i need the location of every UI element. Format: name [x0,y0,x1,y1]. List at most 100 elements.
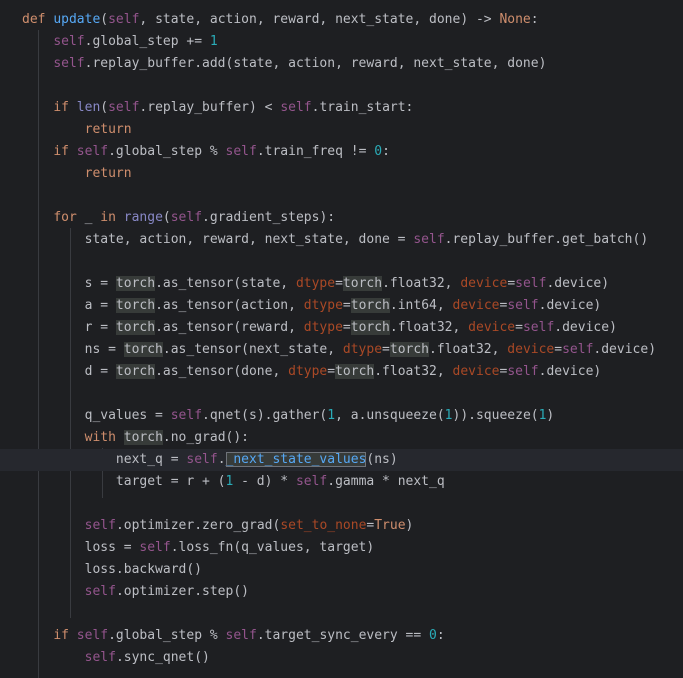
code-line[interactable] [0,383,683,405]
code-line[interactable]: loss.backward() [0,559,683,581]
code-token: .gradient_steps): [202,210,336,225]
code-line[interactable]: return [0,163,683,185]
code-line[interactable] [0,603,683,625]
code-token: self [225,144,257,159]
code-line[interactable]: self.replay_buffer.add(state, action, re… [0,53,683,75]
code-token: .device) [546,276,610,291]
code-token: torch [123,342,163,357]
code-token: if [53,144,77,159]
code-token: torch [342,276,383,291]
code-token: .train_freq != [256,144,375,159]
code-token: device [468,320,516,335]
code-token: .replay_buffer.add(state, action, reward… [84,56,547,71]
code-token: torch [123,430,163,445]
code-token: .device) [593,342,657,357]
code-line[interactable]: state, action, reward, next_state, done … [0,229,683,251]
code-line[interactable]: target = r + (1 - d) * self.gamma * next… [0,471,683,493]
code-token: dtype [303,320,343,335]
code-token: .device) [538,298,602,313]
code-token: .int64, [389,298,453,313]
code-token: device [460,276,508,291]
code-token: self [53,56,85,71]
code-token: torch [115,298,156,313]
code-token: .train_start: [311,100,414,115]
code-line[interactable]: with torch.no_grad(): [0,427,683,449]
code-line[interactable]: return [0,119,683,141]
code-line[interactable]: next_q = self._next_state_values(ns) [0,449,683,471]
code-token: r = [22,320,116,335]
code-line[interactable]: self.optimizer.step() [0,581,683,603]
code-token: device [452,298,500,313]
code-token: device [452,364,500,379]
code-line[interactable]: r = torch.as_tensor(reward, dtype=torch.… [0,317,683,339]
code-line[interactable]: for _ in range(self.gradient_steps): [0,207,683,229]
code-token: .as_tensor(state, [155,276,296,291]
code-line[interactable] [0,493,683,515]
code-token: target = r + ( [22,474,226,489]
code-line[interactable]: s = torch.as_tensor(state, dtype=torch.f… [0,273,683,295]
code-line[interactable] [0,251,683,273]
code-line[interactable]: ns = torch.as_tensor(next_state, dtype=t… [0,339,683,361]
code-token: .loss_fn(q_values, target) [170,540,375,555]
code-token: self [280,100,312,115]
code-token: .as_tensor(action, [155,298,304,313]
code-token: self [507,364,539,379]
code-line[interactable]: loss = self.loss_fn(q_values, target) [0,537,683,559]
code-token: (ns) [366,452,398,467]
code-token: dtype [342,342,383,357]
code-token: ( [100,100,109,115]
code-token: dtype [303,298,343,313]
code-line[interactable]: if len(self.replay_buffer) < self.train_… [0,97,683,119]
code-token: 1 [209,34,218,49]
code-token: .gamma * next_q [327,474,445,489]
code-line[interactable]: a = torch.as_tensor(action, dtype=torch.… [0,295,683,317]
code-token: = [382,342,390,357]
code-token: self [76,628,109,643]
code-line[interactable]: def update(self, state, action, reward, … [0,9,683,31]
code-token: self [108,100,140,115]
code-token: torch [115,276,156,291]
code-token: with [84,430,124,445]
code-token: d = [22,364,116,379]
code-token: self [108,12,140,27]
code-token: in [100,210,124,225]
code-token: return [84,122,132,137]
code-line[interactable]: self.optimizer.zero_grad(set_to_none=Tru… [0,515,683,537]
code-line[interactable]: d = torch.as_tensor(done, dtype=torch.fl… [0,361,683,383]
code-token: .float32, [389,320,469,335]
code-token: .target_sync_every == [256,628,430,643]
code-token: ( [100,12,109,27]
code-token: ) [546,408,555,423]
code-token: self [522,320,555,335]
code-editor[interactable]: def update(self, state, action, reward, … [0,0,683,678]
code-token: state, action, reward, next_state, done … [22,232,414,247]
code-token: self [295,474,328,489]
code-line[interactable]: q_values = self.qnet(s).gather(1, a.unsq… [0,405,683,427]
code-token: self [507,298,539,313]
code-token: .as_tensor(reward, [155,320,304,335]
code-token: = [335,276,343,291]
code-token: 1 [444,408,453,423]
code-token: )).squeeze( [452,408,539,423]
code-token: torch [115,320,156,335]
code-token: device [507,342,555,357]
code-line[interactable] [0,185,683,207]
code-line[interactable] [0,75,683,97]
code-token: torch [115,364,156,379]
code-token: .global_step % [108,628,226,643]
code-line[interactable]: self.global_step += 1 [0,31,683,53]
code-token: if [53,100,77,115]
code-token: 1 [327,408,336,423]
code-token: .global_step % [108,144,226,159]
code-token: = [342,320,351,335]
code-line[interactable]: if self.global_step % self.train_freq !=… [0,141,683,163]
code-line[interactable]: self.sync_qnet() [0,647,683,669]
code-line[interactable]: if self.global_step % self.target_sync_e… [0,625,683,647]
code-token: self [139,540,171,555]
